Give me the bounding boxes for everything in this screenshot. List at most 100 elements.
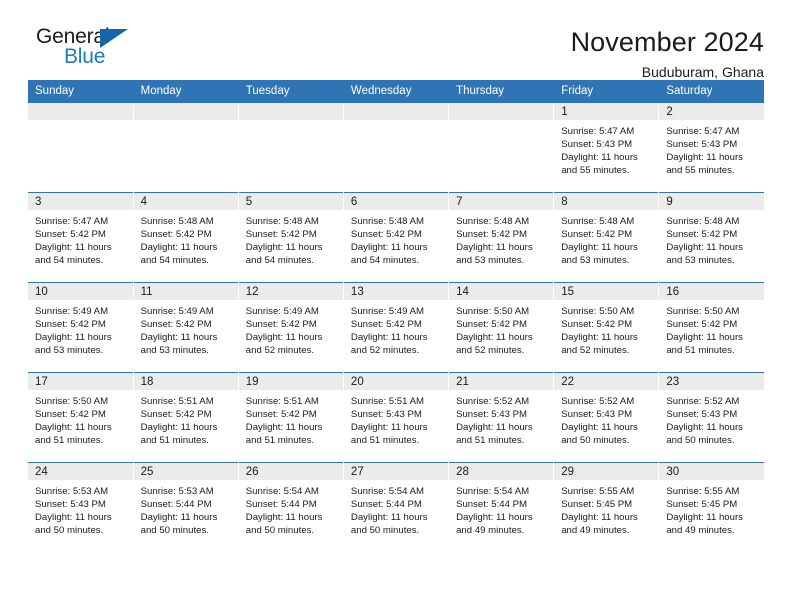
day-number [28, 103, 133, 120]
day-number: 15 [554, 283, 659, 300]
calendar-cell-day[interactable]: 24 Sunrise: 5:53 AM Sunset: 5:43 PM Dayligh… [28, 462, 134, 553]
day-number: 8 [554, 193, 659, 210]
calendar-cell-day[interactable]: 6 Sunrise: 5:48 AM Sunset: 5:42 PM Daylight… [343, 192, 450, 283]
day-details: Sunrise: 5:54 AM Sunset: 5:44 PM Daylight:… [344, 480, 448, 537]
calendar-cell-day[interactable]: 26 Sunrise: 5:54 AM Sunset: 5:44 PM Dayligh… [238, 462, 344, 553]
calendar-page: General Blue November 2024 Buduburam, Gh… [0, 0, 792, 612]
day-details: Sunrise: 5:50 AM Sunset: 5:42 PM Daylight:… [659, 300, 764, 357]
daylight-text: Daylight: 11 hours and 52 minutes. [456, 332, 533, 357]
calendar-week-row: 24 Sunrise: 5:53 AM Sunset: 5:43 PM Dayligh… [28, 462, 764, 553]
sunrise-text: Sunrise: 5:51 AM [350, 396, 424, 407]
calendar-cell-day[interactable]: 23 Sunrise: 5:52 AM Sunset: 5:43 PM Dayligh… [658, 372, 764, 463]
weekday-header-wednesday: Wednesday [343, 80, 450, 103]
calendar-cell-day[interactable]: 17 Sunrise: 5:50 AM Sunset: 5:42 PM Dayligh… [28, 372, 134, 463]
calendar-cell-day[interactable]: 9 Sunrise: 5:48 AM Sunset: 5:42 PM Daylight… [658, 192, 764, 283]
daylight-text: Daylight: 11 hours and 50 minutes. [245, 512, 323, 537]
day-number: 26 [238, 463, 343, 480]
day-number: 29 [554, 463, 659, 480]
day-details: Sunrise: 5:49 AM Sunset: 5:42 PM Daylight:… [344, 300, 448, 357]
calendar-cell-day[interactable]: 11 Sunrise: 5:49 AM Sunset: 5:42 PM Dayligh… [133, 282, 239, 373]
calendar-cell-day[interactable]: 8 Sunrise: 5:48 AM Sunset: 5:42 PM Daylight… [553, 192, 660, 283]
calendar-cell-day[interactable]: 20 Sunrise: 5:51 AM Sunset: 5:43 PM Dayligh… [343, 372, 450, 463]
calendar-cell-day[interactable]: 3 Sunrise: 5:47 AM Sunset: 5:42 PM Daylight… [28, 192, 134, 283]
day-number: 20 [343, 373, 449, 390]
daylight-text: Daylight: 11 hours and 52 minutes. [350, 332, 428, 357]
weekday-header-thursday: Thursday [448, 80, 555, 103]
calendar-cell-day[interactable]: 30 Sunrise: 5:55 AM Sunset: 5:45 PM Dayligh… [658, 462, 764, 553]
day-details: Sunrise: 5:52 AM Sunset: 5:43 PM Daylight:… [659, 390, 764, 447]
calendar-cell-day[interactable]: 18 Sunrise: 5:51 AM Sunset: 5:42 PM Dayligh… [133, 372, 239, 463]
calendar-cell-empty [28, 102, 134, 193]
calendar-cell-day[interactable]: 27 Sunrise: 5:54 AM Sunset: 5:44 PM Dayligh… [343, 462, 450, 553]
day-number: 7 [449, 193, 554, 210]
day-number: 14 [449, 283, 554, 300]
sunrise-text: Sunrise: 5:54 AM [245, 486, 319, 497]
daylight-text: Daylight: 11 hours and 51 minutes. [245, 422, 323, 447]
day-details: Sunrise: 5:53 AM Sunset: 5:43 PM Daylight:… [28, 480, 133, 537]
calendar-cell-day[interactable]: 28 Sunrise: 5:54 AM Sunset: 5:44 PM Dayligh… [448, 462, 555, 553]
sunset-text: Sunset: 5:42 PM [35, 229, 106, 241]
sunset-text: Sunset: 5:42 PM [561, 229, 633, 241]
calendar-cell-day[interactable]: 4 Sunrise: 5:48 AM Sunset: 5:42 PM Daylight… [133, 192, 239, 283]
daylight-text: Daylight: 11 hours and 53 minutes. [456, 242, 533, 267]
general-blue-logo: General Blue [28, 26, 148, 72]
sunrise-text: Sunrise: 5:49 AM [245, 306, 319, 317]
sunrise-text: Sunrise: 5:54 AM [350, 486, 424, 497]
calendar-cell-day[interactable]: 22 Sunrise: 5:52 AM Sunset: 5:43 PM Dayligh… [553, 372, 660, 463]
calendar-cell-day[interactable]: 12 Sunrise: 5:49 AM Sunset: 5:42 PM Dayligh… [238, 282, 344, 373]
day-details: Sunrise: 5:49 AM Sunset: 5:42 PM Daylight:… [239, 300, 343, 357]
daylight-text: Daylight: 11 hours and 51 minutes. [140, 422, 218, 447]
calendar-cell-day[interactable]: 21 Sunrise: 5:52 AM Sunset: 5:43 PM Dayligh… [448, 372, 555, 463]
day-number: 9 [659, 193, 764, 210]
sunrise-text: Sunrise: 5:48 AM [561, 216, 635, 227]
day-number: 23 [659, 373, 764, 390]
calendar-cell-day[interactable]: 10 Sunrise: 5:49 AM Sunset: 5:42 PM Dayligh… [28, 282, 134, 373]
sunset-text: Sunset: 5:43 PM [456, 409, 527, 421]
day-number: 10 [28, 283, 133, 300]
daylight-text: Daylight: 11 hours and 52 minutes. [561, 332, 638, 357]
daylight-text: Daylight: 11 hours and 50 minutes. [35, 512, 112, 537]
day-number: 1 [554, 103, 659, 120]
sunrise-text: Sunrise: 5:50 AM [35, 396, 109, 407]
weekday-header-tuesday: Tuesday [238, 80, 344, 103]
daylight-text: Daylight: 11 hours and 51 minutes. [350, 422, 428, 447]
calendar-cell-empty [448, 102, 555, 193]
day-details: Sunrise: 5:51 AM Sunset: 5:43 PM Daylight:… [344, 390, 448, 447]
day-number: 6 [343, 193, 449, 210]
sunrise-text: Sunrise: 5:50 AM [561, 306, 635, 317]
calendar-week-row: 3 Sunrise: 5:47 AM Sunset: 5:42 PM Daylight… [28, 192, 764, 283]
calendar-cell-day[interactable]: 14 Sunrise: 5:50 AM Sunset: 5:42 PM Dayligh… [448, 282, 555, 373]
daylight-text: Daylight: 11 hours and 53 minutes. [140, 332, 218, 357]
day-number: 13 [343, 283, 449, 300]
calendar-cell-day[interactable]: 13 Sunrise: 5:49 AM Sunset: 5:42 PM Dayligh… [343, 282, 450, 373]
calendar-cell-day[interactable]: 15 Sunrise: 5:50 AM Sunset: 5:42 PM Dayligh… [553, 282, 660, 373]
sunrise-text: Sunrise: 5:54 AM [456, 486, 530, 497]
calendar-cell-day[interactable]: 1 Sunrise: 5:47 AM Sunset: 5:43 PM Daylight… [553, 102, 660, 193]
sunrise-text: Sunrise: 5:55 AM [561, 486, 635, 497]
calendar-body: 1 Sunrise: 5:47 AM Sunset: 5:43 PM Daylight… [28, 102, 764, 553]
day-details: Sunrise: 5:50 AM Sunset: 5:42 PM Daylight:… [28, 390, 133, 447]
calendar-cell-day[interactable]: 19 Sunrise: 5:51 AM Sunset: 5:42 PM Dayligh… [238, 372, 344, 463]
calendar-cell-day[interactable]: 16 Sunrise: 5:50 AM Sunset: 5:42 PM Dayligh… [658, 282, 764, 373]
day-number: 21 [449, 373, 554, 390]
day-number: 12 [238, 283, 343, 300]
calendar-cell-day[interactable]: 25 Sunrise: 5:53 AM Sunset: 5:44 PM Dayligh… [133, 462, 239, 553]
day-number: 18 [133, 373, 238, 390]
calendar-week-row: 10 Sunrise: 5:49 AM Sunset: 5:42 PM Dayligh… [28, 282, 764, 373]
calendar-cell-day[interactable]: 2 Sunrise: 5:47 AM Sunset: 5:43 PM Daylight… [658, 102, 764, 193]
sunset-text: Sunset: 5:43 PM [350, 409, 422, 421]
day-number: 30 [659, 463, 764, 480]
calendar-cell-day[interactable]: 7 Sunrise: 5:48 AM Sunset: 5:42 PM Daylight… [448, 192, 555, 283]
day-details: Sunrise: 5:47 AM Sunset: 5:42 PM Daylight:… [28, 210, 133, 267]
page-title: November 2024 [570, 27, 764, 57]
day-details: Sunrise: 5:55 AM Sunset: 5:45 PM Daylight:… [554, 480, 658, 537]
daylight-text: Daylight: 11 hours and 53 minutes. [666, 242, 743, 267]
day-details: Sunrise: 5:49 AM Sunset: 5:42 PM Daylight:… [28, 300, 133, 357]
daylight-text: Daylight: 11 hours and 53 minutes. [35, 332, 112, 357]
daylight-text: Daylight: 11 hours and 50 minutes. [140, 512, 218, 537]
calendar-cell-day[interactable]: 29 Sunrise: 5:55 AM Sunset: 5:45 PM Dayligh… [553, 462, 660, 553]
day-details: Sunrise: 5:51 AM Sunset: 5:42 PM Daylight:… [134, 390, 238, 447]
calendar-cell-day[interactable]: 5 Sunrise: 5:48 AM Sunset: 5:42 PM Daylight… [238, 192, 344, 283]
sunrise-text: Sunrise: 5:53 AM [140, 486, 214, 497]
day-number: 25 [133, 463, 238, 480]
